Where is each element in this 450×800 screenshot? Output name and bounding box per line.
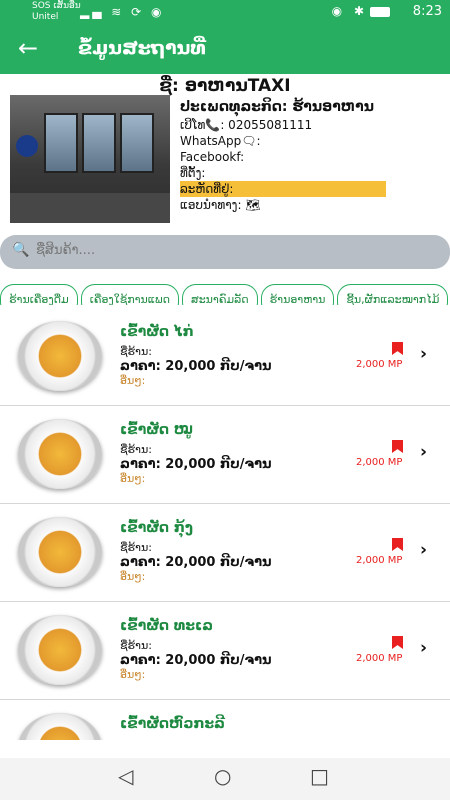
item-note: ອື່ນໆ: (120, 570, 146, 583)
food-image (18, 419, 102, 489)
bookmark-icon[interactable] (392, 440, 403, 453)
home-circle-icon[interactable]: ○ (214, 764, 231, 788)
item-price: ລາຄາ: 20,000 ກີບ/ຈານ (120, 555, 272, 570)
item-price: ລາຄາ: 20,000 ກີບ/ຈານ (120, 653, 272, 668)
store-window (120, 113, 154, 173)
chevron-right-icon[interactable]: › (420, 442, 427, 462)
item-note: ອື່ນໆ: (120, 668, 146, 681)
category-chips: ຮ້ານເຄື່ອງດື່ມ ເຄື່ອງໃຊ້ການແພດ ສະນາຄົມລັດຮ… (0, 271, 450, 305)
store-sign (16, 135, 38, 157)
facebook-row[interactable]: Facebookf: (180, 149, 440, 165)
food-image (18, 321, 102, 391)
product-list: ເຂົ້າຜັດ ໄກ່ ຊື່ຮ້ານ: ລາຄາ: 20,000 ກີບ/ຈ… (0, 308, 450, 740)
bookmark-icon[interactable] (392, 636, 403, 649)
item-shop: ຊື່ຮ້ານ: (120, 639, 152, 652)
search-icon: 🔍 (12, 242, 30, 258)
list-item[interactable]: ເຂົ້າຜັດ ທະເລ ຊື່ຮ້ານ: ລາຄາ: 20,000 ກີບ/… (0, 602, 450, 700)
whatsapp-row[interactable]: WhatsApp🗨: (180, 133, 440, 149)
store-floor (10, 193, 170, 223)
list-item[interactable]: ເຂົ້າຜັດ ໄກ່ ຊື່ຮ້ານ: ລາຄາ: 20,000 ກີບ/ຈ… (0, 308, 450, 406)
category-chip[interactable]: ສະນາຄົມລັດ (181, 284, 258, 305)
item-points: 2,000 MP (356, 653, 403, 664)
status-bar: SOS ເສັ້ນອື່ນ Unitel ▂▄ ≋ ⟳ ◉ ◉ ✱ 8:23 (0, 0, 450, 24)
carrier-line-1: SOS ເສັ້ນອື່ນ (32, 1, 81, 11)
business-type: ປະເພດທຸລະກິດ: ຮ້ານອາຫານ (180, 99, 374, 115)
system-nav-bar: ◁ ○ □ (0, 758, 450, 800)
item-shop: ຊື່ຮ້ານ: (120, 541, 152, 554)
back-arrow-icon[interactable]: ← (18, 34, 38, 62)
item-points: 2,000 MP (356, 457, 403, 468)
item-price: ລາຄາ: 20,000 ກີບ/ຈານ (120, 457, 272, 472)
item-name: ເຂົ້າຜັດ ໝູ (120, 422, 193, 438)
list-item[interactable]: ເຂົ້າຜັດຫົວກະລີ (0, 700, 450, 740)
store-photo (10, 95, 170, 223)
category-chip[interactable]: ເຄື່ອງໃຊ້ການແພດ (80, 284, 179, 305)
category-chip[interactable]: ຮ້ານເຄື່ອງດື່ມ (0, 284, 78, 305)
food-image (18, 615, 102, 685)
item-shop: ຊື່ຮ້ານ: (120, 443, 152, 456)
phone-row[interactable]: ເບີໂທ📞: 02055081111 (180, 117, 440, 133)
back-triangle-icon[interactable]: ◁ (118, 764, 133, 788)
food-image (18, 517, 102, 587)
store-window (82, 113, 116, 173)
food-image (18, 713, 102, 740)
clock: 8:23 (412, 4, 442, 19)
item-name: ເຂົ້າຜັດ ກຸ້ງ (120, 520, 193, 536)
item-points: 2,000 MP (356, 359, 403, 370)
system-icons: ◉ ✱ (331, 4, 368, 18)
store-info: ປະເພດທຸລະກິດ: ຮ້ານອາຫານ ເບີໂທ📞: 02055081… (180, 97, 440, 213)
map-row[interactable]: ແອບນຳທາງ: 🗺 (180, 197, 440, 213)
item-name: ເຂົ້າຜັດ ໄກ່ (120, 324, 194, 340)
bookmark-icon[interactable] (392, 538, 403, 551)
search-bar[interactable]: 🔍 ຊື່ສິນຄ້າ.... (0, 235, 450, 269)
store-window (44, 113, 78, 173)
category-chip[interactable]: ຮ້ານອາຫານ (260, 284, 335, 305)
item-note: ອື່ນໆ: (120, 472, 146, 485)
category-chip[interactable]: ຊີ້ນ,ຜັກແລະໝາກໄມ້ (337, 284, 449, 305)
list-item[interactable]: ເຂົ້າຜັດ ໝູ ຊື່ຮ້ານ: ລາຄາ: 20,000 ກີບ/ຈາ… (0, 406, 450, 504)
carrier-line-2: Unitel (32, 12, 59, 22)
chevron-right-icon[interactable]: › (420, 344, 427, 364)
search-placeholder[interactable]: ຊື່ສິນຄ້າ.... (36, 243, 95, 258)
battery-icon (370, 7, 390, 17)
recents-square-icon[interactable]: □ (310, 764, 329, 788)
carrier-label: SOS ເສັ້ນອື່ນ Unitel (32, 1, 81, 23)
store-name: ຊື່: ອາຫານTAXI (159, 76, 291, 96)
item-name: ເຂົ້າຜັດ ທະເລ (120, 618, 213, 634)
chevron-right-icon[interactable]: › (420, 638, 427, 658)
item-note: ອື່ນໆ: (120, 374, 146, 387)
address-code-row: ລະຫັດທີ່ຢູ່: (180, 181, 386, 197)
app-bar: ← ຂໍ້ມູນສະຖານທີ່ (0, 24, 450, 74)
item-price: ລາຄາ: 20,000 ກີບ/ຈານ (120, 359, 272, 374)
item-name: ເຂົ້າຜັດຫົວກະລີ (120, 716, 225, 732)
item-shop: ຊື່ຮ້ານ: (120, 345, 152, 358)
bookmark-icon[interactable] (392, 342, 403, 355)
item-points: 2,000 MP (356, 555, 403, 566)
chevron-right-icon[interactable]: › (420, 540, 427, 560)
location-row: ທີ່ຕັ້ງ: (180, 166, 206, 180)
page-title: ຂໍ້ມູນສະຖານທີ່ (78, 37, 206, 59)
list-item[interactable]: ເຂົ້າຜັດ ກຸ້ງ ຊື່ຮ້ານ: ລາຄາ: 20,000 ກີບ/… (0, 504, 450, 602)
signal-icons: ▂▄ ≋ ⟳ ◉ (80, 5, 165, 19)
